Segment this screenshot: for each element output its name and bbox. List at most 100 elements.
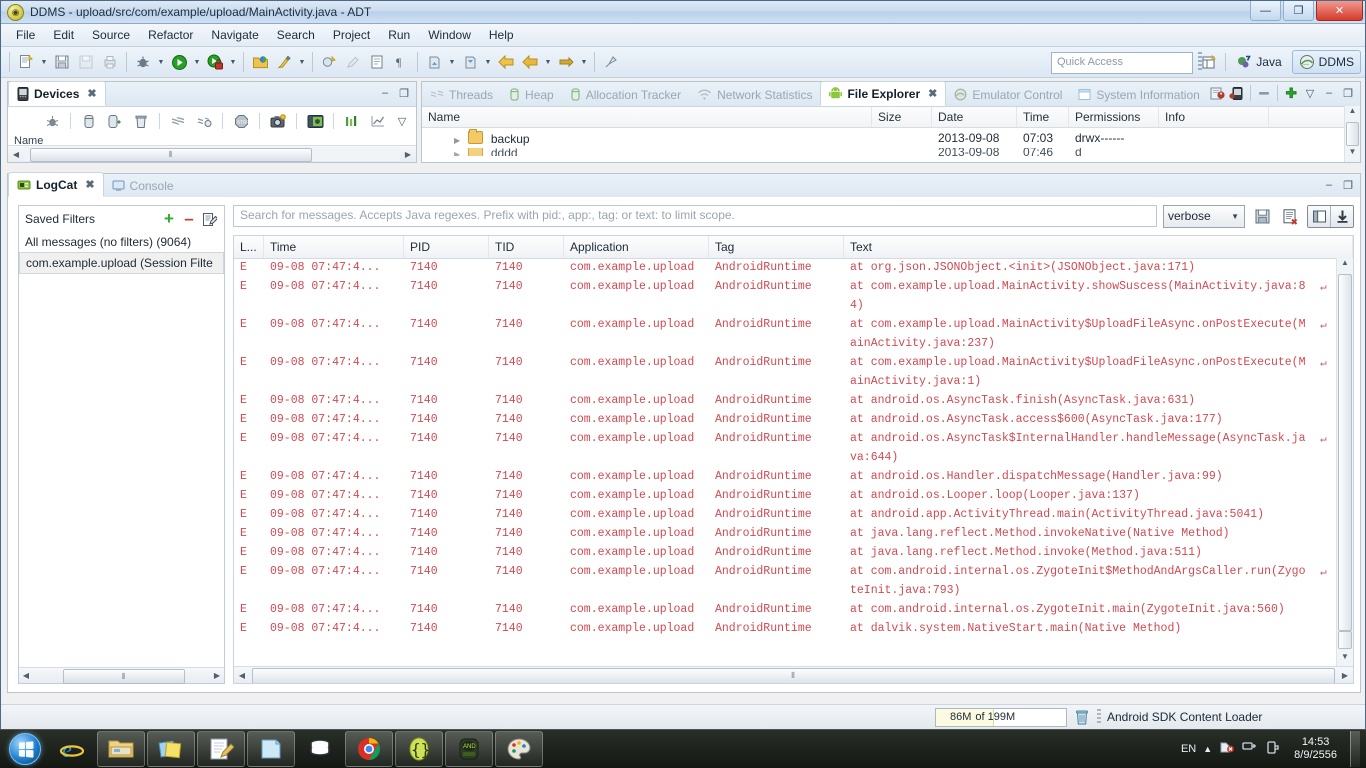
taskbar-android-emulator[interactable]: AND	[445, 731, 493, 767]
menu-item-edit[interactable]: Edit	[44, 26, 83, 44]
log-row[interactable]: E09-08 07:47:4...71407140com.example.upl…	[234, 486, 1337, 505]
menu-item-search[interactable]: Search	[268, 26, 324, 44]
edit-filter-button[interactable]	[200, 210, 218, 228]
column-header-date[interactable]: Date	[932, 107, 1017, 127]
new-folder-icon[interactable]	[1283, 84, 1299, 102]
minimize-icon[interactable]: –	[1321, 84, 1337, 102]
push-file-icon[interactable]	[1229, 84, 1245, 102]
tab-console[interactable]: Console	[104, 174, 182, 197]
save-icon[interactable]	[51, 51, 73, 73]
back-icon[interactable]	[495, 51, 517, 73]
scroll-down-icon[interactable]: ▼	[1337, 652, 1353, 667]
minimize-icon[interactable]: –	[1321, 176, 1337, 194]
menu-item-source[interactable]: Source	[83, 26, 139, 44]
column-header-permissions[interactable]: Permissions	[1069, 107, 1159, 127]
log-row[interactable]: E09-08 07:47:4...71407140com.example.upl…	[234, 600, 1337, 619]
taskbar-windows-media[interactable]	[247, 731, 295, 767]
scroll-thumb[interactable]: ⦀	[30, 148, 312, 162]
tab-logcat[interactable]: LogCat ✖	[8, 172, 104, 197]
log-row[interactable]: E09-08 07:47:4...71407140com.example.upl…	[234, 619, 1337, 638]
log-row[interactable]: E09-08 07:47:4...71407140com.example.upl…	[234, 391, 1337, 410]
dump-hprof-icon[interactable]	[104, 110, 126, 132]
column-header-level[interactable]: L...	[234, 236, 264, 258]
scroll-right-icon[interactable]: ▶	[1337, 671, 1353, 680]
tab-file-explorer[interactable]: File Explorer ✖	[820, 81, 946, 106]
forward-history-icon[interactable]	[519, 51, 541, 73]
scroll-right-icon[interactable]: ▶	[400, 150, 416, 159]
tab-emulator-control[interactable]: Emulator Control	[946, 83, 1070, 106]
taskbar-database[interactable]	[297, 732, 343, 766]
devices-horizontal-scrollbar[interactable]: ◀ ⦀ ▶	[8, 145, 416, 162]
taskbar-windows-explorer[interactable]	[97, 731, 145, 767]
stop-process-icon[interactable]: STOP	[230, 110, 252, 132]
action-center-icon[interactable]	[1219, 740, 1235, 758]
menu-item-file[interactable]: File	[7, 26, 44, 44]
minimize-icon[interactable]: –	[377, 84, 393, 102]
table-row[interactable]: ▶ backup 2013-09-08 07:03 drwx------	[422, 128, 1360, 148]
new-icon[interactable]	[15, 51, 37, 73]
column-header-application[interactable]: Application	[564, 236, 709, 258]
next-annotation-icon[interactable]	[423, 51, 445, 73]
scroll-left-icon[interactable]: ◀	[8, 150, 24, 159]
previous-annotation-icon[interactable]	[459, 51, 481, 73]
menu-item-window[interactable]: Window	[419, 26, 480, 44]
menu-item-project[interactable]: Project	[324, 26, 379, 44]
add-filter-button[interactable]: +	[160, 210, 178, 228]
taskbar-code-editor[interactable]: {}	[395, 731, 443, 767]
tab-system-information[interactable]: System Information	[1070, 83, 1207, 106]
log-row[interactable]: E09-08 07:47:4...71407140com.example.upl…	[234, 562, 1337, 581]
scroll-track[interactable]: ⦀	[250, 668, 1337, 682]
save-log-button[interactable]	[1251, 206, 1273, 227]
network-icon[interactable]	[1242, 740, 1258, 758]
close-icon[interactable]: ✖	[85, 178, 94, 191]
tab-network-statistics[interactable]: Network Statistics	[689, 83, 820, 106]
maximize-icon[interactable]: ❐	[1340, 176, 1356, 194]
taskbar-paint[interactable]	[495, 731, 543, 767]
display-saved-filters-button[interactable]	[1308, 206, 1331, 227]
perspective-java[interactable]: Java	[1230, 51, 1287, 73]
scroll-track[interactable]: ⦀	[24, 147, 400, 161]
external-tools-icon[interactable]	[204, 51, 226, 73]
menu-item-refactor[interactable]: Refactor	[139, 26, 202, 44]
filter-item-all-messages[interactable]: All messages (no filters) (9064)	[19, 232, 224, 252]
menu-item-help[interactable]: Help	[480, 26, 523, 44]
forward-icon[interactable]	[555, 51, 577, 73]
show-hidden-icons-icon[interactable]: ▲	[1203, 744, 1212, 754]
power-icon[interactable]	[1265, 740, 1281, 758]
view-menu-icon[interactable]: ▽	[394, 112, 410, 130]
log-row[interactable]: E09-08 07:47:4...71407140com.example.upl…	[234, 505, 1337, 524]
close-button[interactable]: ✕	[1316, 1, 1363, 21]
quick-access-input[interactable]: Quick Access	[1051, 52, 1193, 74]
column-header-text[interactable]: Text	[844, 236, 1353, 258]
scroll-thumb[interactable]: ⦀	[63, 669, 185, 684]
log-row[interactable]: E09-08 07:47:4...71407140com.example.upl…	[234, 277, 1337, 296]
tab-heap[interactable]: Heap	[501, 83, 562, 106]
run-dropdown-icon[interactable]: ▼	[191, 51, 203, 73]
dump-view-hierarchy-icon[interactable]	[304, 110, 326, 132]
remove-filter-button[interactable]: –	[180, 210, 198, 228]
maximize-icon[interactable]: ❐	[396, 84, 412, 102]
scroll-lock-button[interactable]	[1331, 206, 1353, 227]
previous-annotation-dropdown-icon[interactable]: ▼	[482, 51, 494, 73]
column-header-pid[interactable]: PID	[404, 236, 489, 258]
start-button[interactable]	[2, 732, 48, 766]
pin-editor-icon[interactable]	[600, 51, 622, 73]
logcat-horizontal-scrollbar[interactable]: ◀ ⦀ ▶	[234, 666, 1353, 683]
minimize-button[interactable]: —	[1250, 1, 1281, 21]
show-whitespace-icon[interactable]: ¶	[390, 51, 412, 73]
debug-dropdown-icon[interactable]: ▼	[155, 51, 167, 73]
close-icon[interactable]: ✖	[928, 87, 937, 100]
open-project-icon[interactable]	[249, 51, 271, 73]
scroll-track[interactable]: ⦀	[33, 669, 210, 682]
logcat-vertical-scrollbar[interactable]: ▲ ▼	[1336, 258, 1353, 667]
scroll-left-icon[interactable]: ◀	[234, 671, 250, 680]
log-row[interactable]: E09-08 07:47:4...71407140com.example.upl…	[234, 258, 1337, 277]
column-header-tid[interactable]: TID	[489, 236, 564, 258]
tab-threads[interactable]: Threads	[422, 83, 501, 106]
scroll-left-icon[interactable]: ◀	[19, 671, 33, 680]
column-header-info[interactable]: Info	[1159, 107, 1269, 127]
screen-capture-icon[interactable]	[267, 110, 289, 132]
scroll-up-icon[interactable]: ▲	[1345, 106, 1360, 121]
language-indicator[interactable]: EN	[1181, 743, 1196, 755]
scroll-thumb[interactable]: ⦀	[252, 668, 1335, 684]
